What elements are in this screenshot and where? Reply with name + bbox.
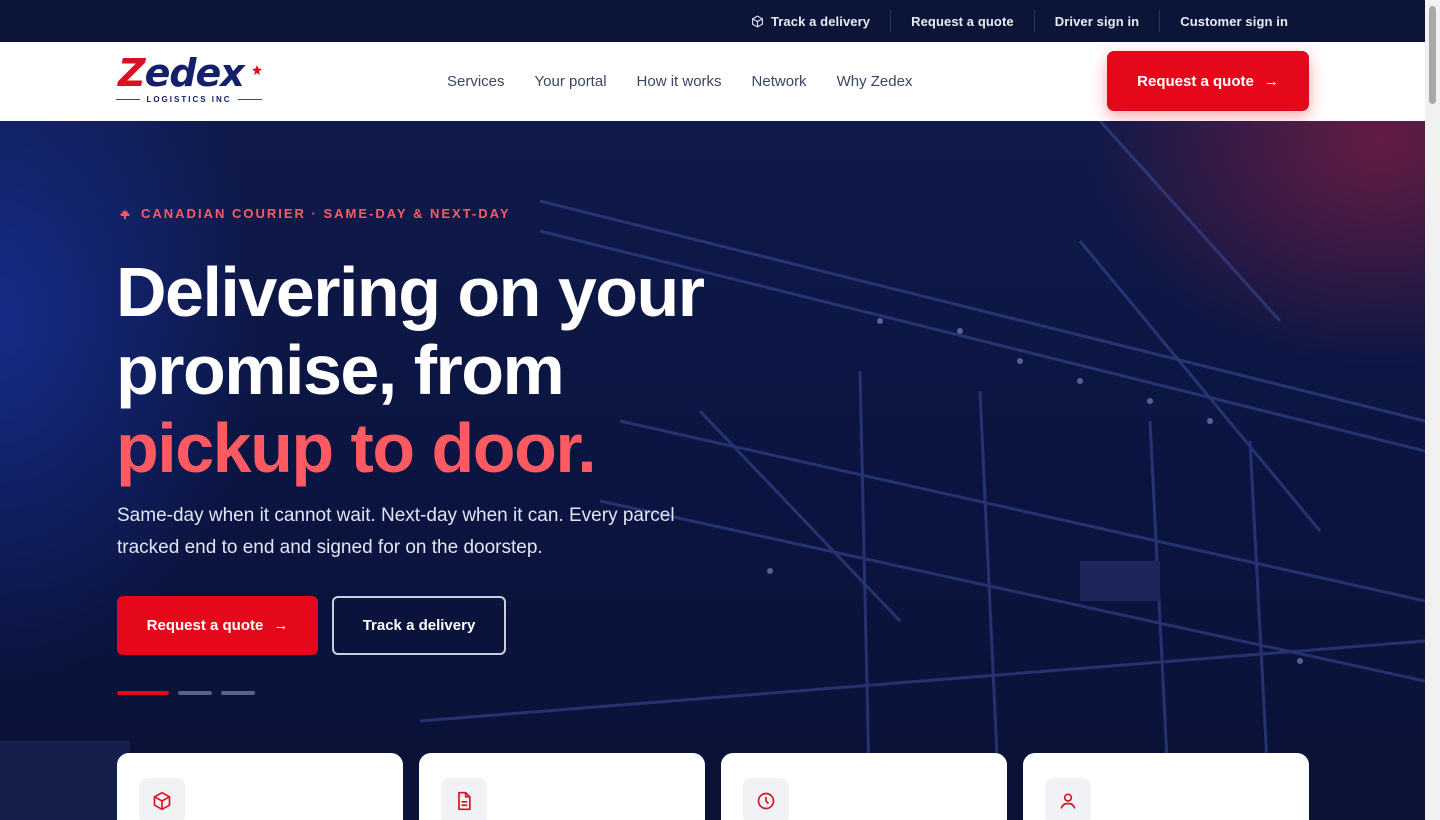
nav-request-quote-button[interactable]: Request a quote → xyxy=(1107,51,1309,111)
hero-request-quote-button[interactable]: Request a quote → xyxy=(117,596,318,655)
nav-network[interactable]: Network xyxy=(737,73,822,90)
utility-bar: Track a delivery Request a quote Driver … xyxy=(0,0,1425,42)
slide-dot-2[interactable] xyxy=(178,691,212,695)
utility-track-delivery-label: Track a delivery xyxy=(770,13,871,29)
nav-services[interactable]: Services xyxy=(432,73,520,90)
nav-your-portal[interactable]: Your portal xyxy=(520,73,622,90)
clock-icon xyxy=(743,778,789,820)
slide-dot-3[interactable] xyxy=(221,691,255,695)
hero-section: CANADIAN COURIER · SAME-DAY & NEXT-DAY D… xyxy=(0,121,1425,820)
utility-customer-sign-in-label: Customer sign in xyxy=(1180,13,1288,29)
hero-headline-line-1: Delivering on your xyxy=(116,253,705,331)
arrow-right-icon: → xyxy=(1263,72,1279,90)
feature-cards xyxy=(117,753,1309,820)
utility-track-delivery-link[interactable]: Track a delivery xyxy=(731,10,890,32)
nav-request-quote-label: Request a quote xyxy=(1137,72,1254,90)
document-icon xyxy=(441,778,487,820)
slide-dot-1[interactable] xyxy=(117,691,169,695)
utility-driver-sign-in-label: Driver sign in xyxy=(1054,13,1140,29)
feature-card[interactable] xyxy=(721,753,1007,820)
hero-request-quote-label: Request a quote xyxy=(146,617,264,634)
feature-card[interactable] xyxy=(1023,753,1309,820)
package-icon xyxy=(139,778,185,820)
hero-headline-accent: pickup to door. xyxy=(116,409,597,487)
hero-track-delivery-button[interactable]: Track a delivery xyxy=(332,596,506,655)
brand-wordmark: Zedex xyxy=(118,51,245,95)
slide-indicator xyxy=(117,691,255,695)
hero-track-delivery-label: Track a delivery xyxy=(362,617,476,634)
scrollbar-thumb[interactable] xyxy=(1429,6,1436,104)
feature-card[interactable] xyxy=(117,753,403,820)
nav-why-zedex[interactable]: Why Zedex xyxy=(822,73,928,90)
hero-lede: Same-day when it cannot wait. Next-day w… xyxy=(117,505,675,558)
hero-eyebrow-text: CANADIAN COURIER · SAME-DAY & NEXT-DAY xyxy=(141,206,511,221)
brand-logo[interactable]: Zedex LOGISTICS INC xyxy=(116,51,266,107)
utility-request-quote-label: Request a quote xyxy=(911,13,1014,29)
hero-eyebrow: CANADIAN COURIER · SAME-DAY & NEXT-DAY xyxy=(119,206,511,221)
star-icon xyxy=(252,65,262,75)
brand-tagline: LOGISTICS INC xyxy=(116,95,262,104)
utility-driver-sign-in-link[interactable]: Driver sign in xyxy=(1033,10,1159,32)
hero-headline-line-2: promise, from xyxy=(116,331,565,409)
maple-leaf-icon xyxy=(120,208,130,219)
page-scrollbar[interactable] xyxy=(1425,0,1440,820)
utility-request-quote-link[interactable]: Request a quote xyxy=(890,10,1034,32)
hero-headline: Delivering on your promise, from pickup … xyxy=(116,253,876,487)
primary-nav-links: Services Your portal How it works Networ… xyxy=(432,42,927,121)
arrow-right-icon: → xyxy=(273,617,289,634)
nav-how-it-works[interactable]: How it works xyxy=(622,73,737,90)
main-nav: Zedex LOGISTICS INC Services Your portal… xyxy=(0,42,1425,121)
package-icon xyxy=(751,14,764,28)
feature-card[interactable] xyxy=(419,753,705,820)
utility-customer-sign-in-link[interactable]: Customer sign in xyxy=(1159,10,1308,32)
user-icon xyxy=(1045,778,1091,820)
